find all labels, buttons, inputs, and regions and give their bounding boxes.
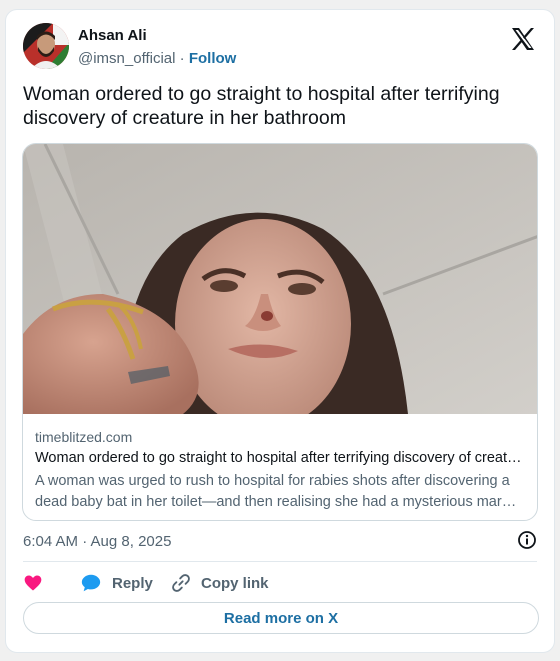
link-title: Woman ordered to go straight to hospital…: [35, 450, 523, 466]
speech-bubble-icon: [81, 574, 101, 592]
reply-label: Reply: [112, 574, 153, 592]
tweet-card: Ahsan Ali @imsn_official · Follow Woman …: [5, 9, 555, 653]
tweet-text: Woman ordered to go straight to hospital…: [23, 83, 500, 129]
tweet-actions: Reply Copy link: [23, 571, 539, 595]
link-description: A woman was urged to rush to hospital fo…: [35, 473, 510, 510]
author-handle[interactable]: @imsn_official: [78, 50, 176, 67]
link-preview-card[interactable]: timeblitzed.com Woman ordered to go stra…: [22, 143, 538, 521]
copy-link-button[interactable]: Copy link: [171, 571, 269, 595]
reply-button[interactable]: Reply: [80, 571, 153, 595]
tweet-timestamp[interactable]: 6:04 AM · Aug 8, 2025: [23, 533, 171, 550]
author-name[interactable]: Ahsan Ali: [78, 27, 147, 44]
heart-icon: [24, 575, 42, 591]
divider: [23, 561, 537, 562]
x-logo-icon[interactable]: [509, 25, 537, 53]
author-meta: @imsn_official · Follow: [78, 50, 236, 67]
avatar[interactable]: [23, 23, 69, 69]
link-icon: [172, 574, 190, 592]
read-more-button[interactable]: Read more on X: [23, 602, 539, 634]
tweet-header: Ahsan Ali @imsn_official · Follow: [23, 23, 537, 71]
copy-link-label: Copy link: [201, 574, 269, 592]
like-button[interactable]: [23, 571, 43, 595]
info-icon[interactable]: [517, 530, 537, 550]
meta-separator: ·: [179, 50, 185, 67]
follow-button[interactable]: Follow: [189, 50, 237, 67]
link-preview-image[interactable]: [23, 144, 537, 414]
link-domain: timeblitzed.com: [35, 429, 133, 445]
